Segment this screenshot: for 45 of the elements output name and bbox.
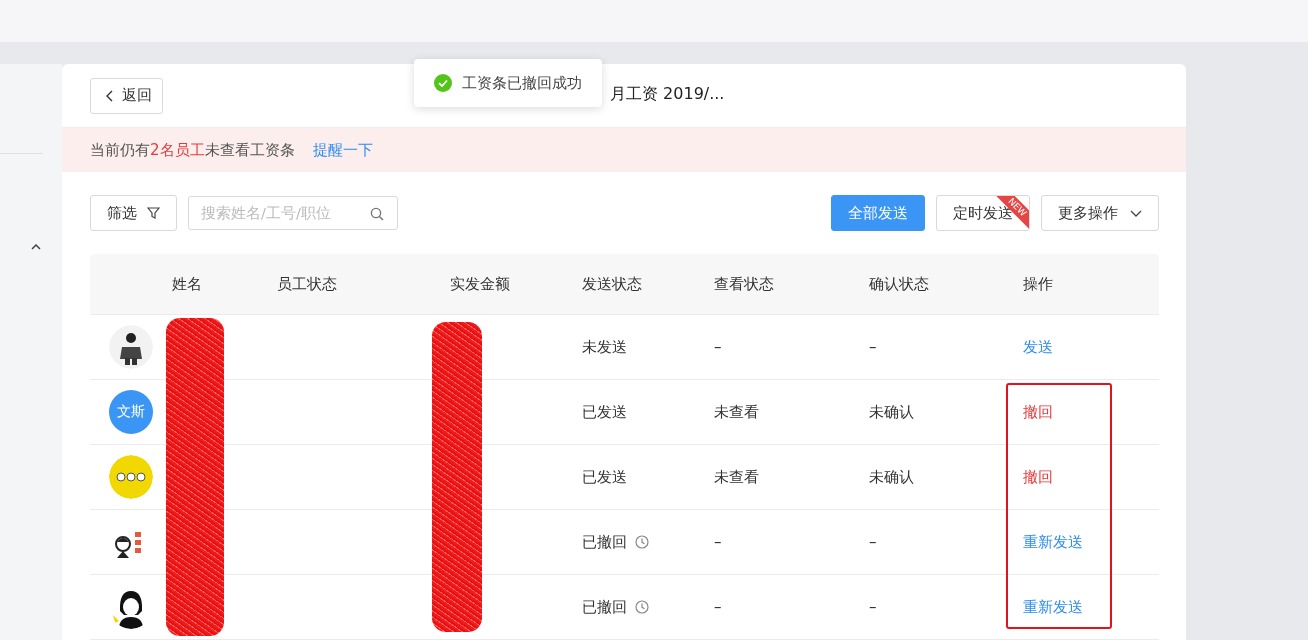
confirm-status: 未确认	[869, 467, 914, 487]
send-all-button[interactable]: 全部发送	[831, 195, 925, 231]
clock-icon[interactable]	[635, 600, 649, 614]
resend-link[interactable]: 重新发送	[1023, 597, 1083, 617]
send-status: 已发送	[582, 467, 627, 487]
send-status: 已撤回	[582, 597, 627, 617]
search-field[interactable]: 搜索姓名/工号/职位	[188, 196, 398, 230]
remind-link[interactable]: 提醒一下	[312, 140, 373, 160]
view-status: –	[714, 338, 722, 356]
toast-message: 工资条已撤回成功	[414, 59, 602, 107]
back-button[interactable]: 返回	[90, 77, 163, 114]
send-status: 已撤回	[582, 532, 627, 552]
column-header: 确认状态	[869, 274, 929, 294]
send-link[interactable]: 发送	[1023, 337, 1053, 357]
search-icon	[370, 207, 384, 221]
resend-link[interactable]: 重新发送	[1023, 532, 1083, 552]
send-status: 已发送	[582, 402, 627, 422]
confirm-status: –	[869, 338, 877, 356]
column-header: 查看状态	[714, 274, 774, 294]
column-header: 发送状态	[582, 274, 642, 294]
filter-icon	[147, 207, 160, 219]
page-title: 月工资 2019/...	[610, 84, 725, 105]
chevron-up-icon[interactable]	[31, 244, 41, 250]
success-icon	[434, 74, 452, 92]
chevron-left-icon	[105, 89, 114, 102]
column-header: 姓名	[172, 274, 202, 294]
send-status: 未发送	[582, 337, 627, 357]
column-header: 实发金额	[450, 274, 510, 294]
view-status: –	[714, 533, 722, 551]
caret-down-icon	[1130, 209, 1142, 217]
revoke-link[interactable]: 撤回	[1023, 467, 1053, 487]
filter-button[interactable]: 筛选	[90, 195, 177, 231]
view-status: 未查看	[714, 467, 759, 487]
confirm-status: –	[869, 598, 877, 616]
avatar: 文斯	[109, 390, 153, 434]
alert-message: 当前仍有2名员工未查看工资条	[90, 140, 295, 160]
confirm-status: –	[869, 533, 877, 551]
confirm-status: 未确认	[869, 402, 914, 422]
view-status: –	[714, 598, 722, 616]
view-status: 未查看	[714, 402, 759, 422]
more-actions-button[interactable]: 更多操作	[1041, 195, 1159, 231]
clock-icon[interactable]	[635, 535, 649, 549]
column-header: 员工状态	[277, 274, 337, 294]
column-header: 操作	[1023, 274, 1053, 294]
revoke-link[interactable]: 撤回	[1023, 402, 1053, 422]
